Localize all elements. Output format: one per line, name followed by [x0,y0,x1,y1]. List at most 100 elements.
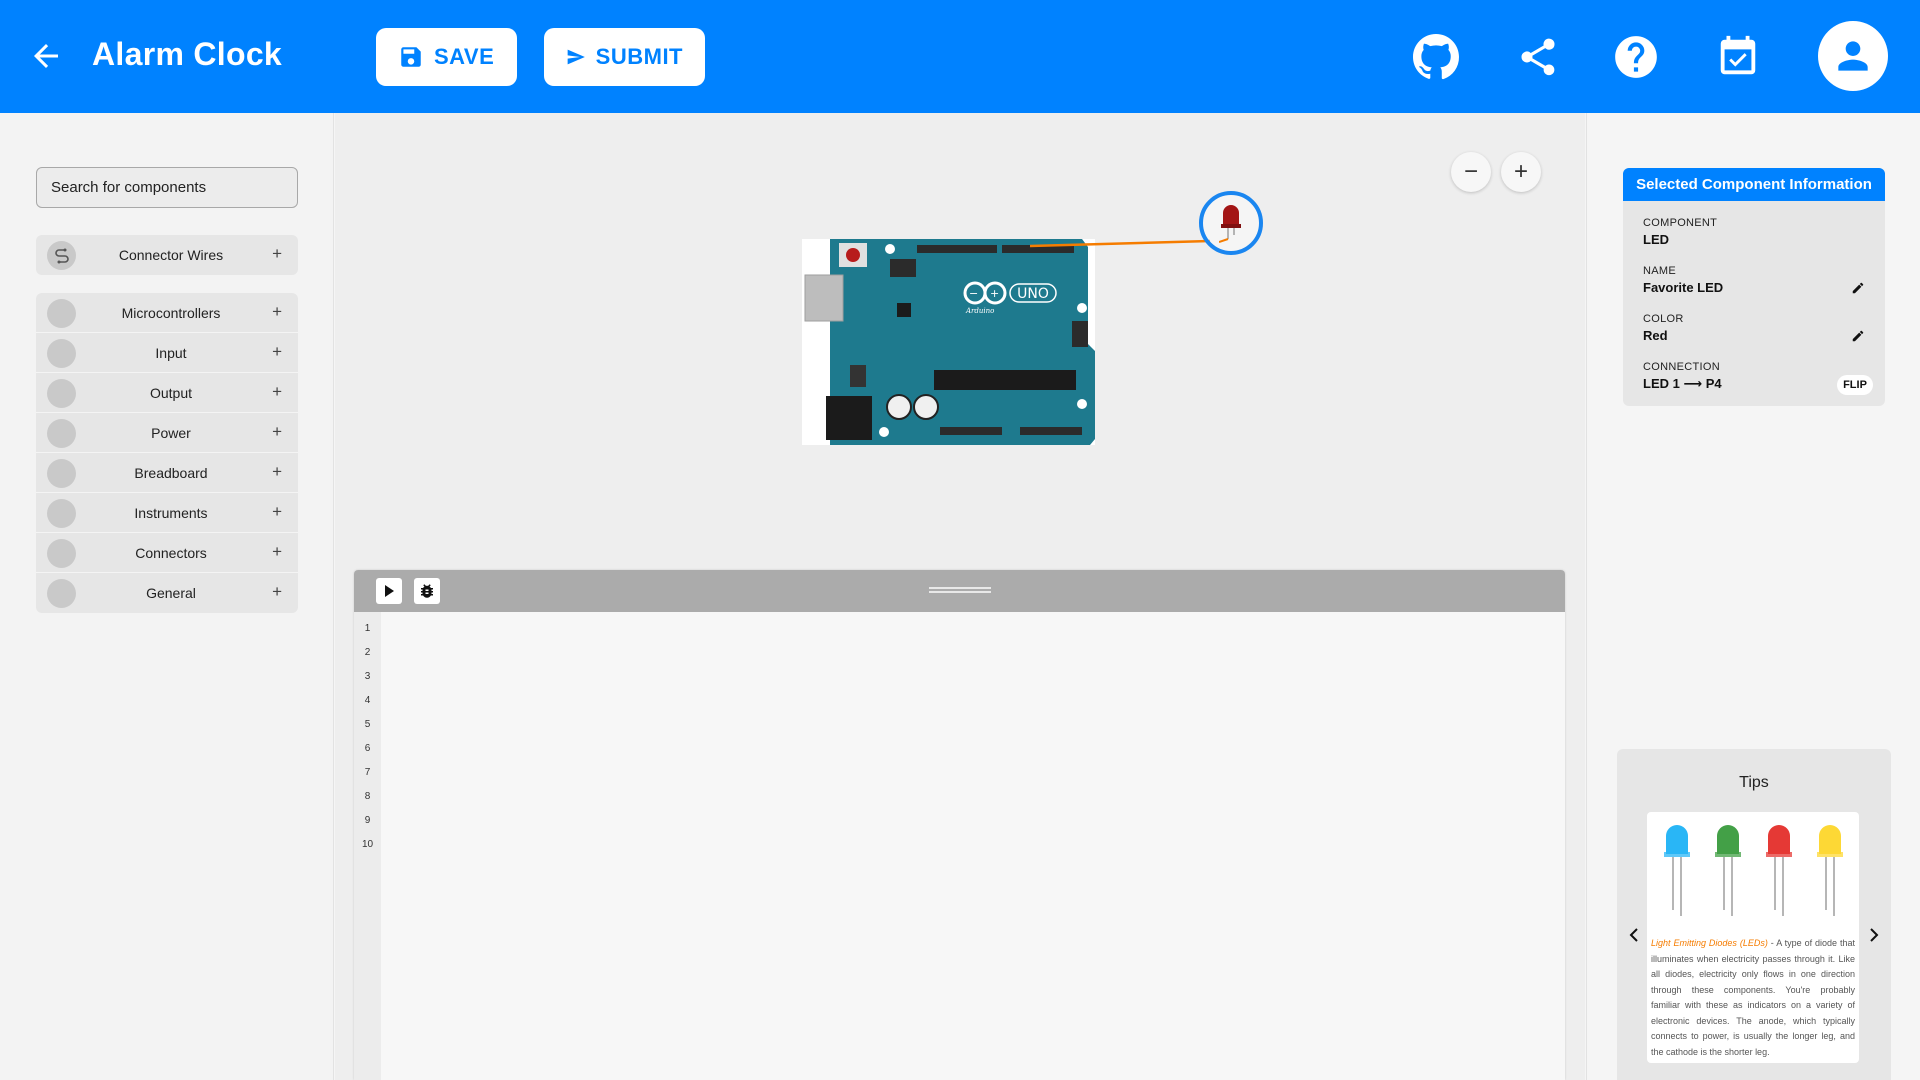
category-thumbnail [47,299,76,328]
connector-wires-group: Connector Wires + [36,235,298,275]
category-input[interactable]: Input + [36,333,298,373]
category-list: Microcontrollers + Input + Output + Powe… [36,293,298,613]
component-connection-row: CONNECTION LED 1 ⟶ P4 FLIP [1623,345,1885,395]
expand-plus-icon[interactable]: + [272,582,282,602]
expand-plus-icon[interactable]: + [272,462,282,482]
category-thumbnail [47,379,76,408]
line-number: 3 [364,671,371,682]
component-sidebar: Connector Wires + Microcontrollers + Inp… [0,113,334,1080]
editor-toolbar [354,570,1565,612]
field-label: CONNECTION [1643,361,1720,373]
save-icon [401,47,421,67]
editor-resize-handle[interactable] [929,586,991,594]
category-thumbnail [47,459,76,488]
category-thumbnail [47,579,76,608]
category-thumbnail [47,539,76,568]
category-connector-wires[interactable]: Connector Wires + [36,235,298,275]
board-brand-label: Arduino [965,307,994,315]
chevron-right-icon[interactable] [1867,925,1881,945]
tip-highlight: Light Emitting Diodes (LEDs) [1651,938,1768,948]
line-number: 9 [364,815,371,826]
expand-plus-icon[interactable]: + [272,342,282,362]
top-app-bar: Alarm Clock SAVE SUBMIT [0,0,1920,113]
expand-plus-icon[interactable]: + [272,542,282,562]
tip-slide: Light Emitting Diodes (LEDs) - A type of… [1647,812,1859,1063]
tip-description: Light Emitting Diodes (LEDs) - A type of… [1651,936,1855,1060]
selected-component-card: Selected Component Information COMPONENT… [1623,168,1885,406]
expand-plus-icon[interactable]: + [272,244,282,264]
led-icon[interactable] [1219,203,1243,245]
back-arrow-icon[interactable] [28,38,64,74]
line-number: 8 [364,791,371,802]
svg-text:−: − [969,287,978,300]
board-model-label: UNO [1017,286,1049,302]
line-number: 6 [364,743,371,754]
category-microcontrollers[interactable]: Microcontrollers + [36,293,298,333]
code-editor-panel: 1 2 3 4 5 6 7 8 9 10 [354,570,1565,1080]
component-type-row: COMPONENT LED [1623,201,1885,249]
save-label: SAVE [434,44,495,69]
component-search-input[interactable] [36,167,298,208]
category-thumbnail [47,339,76,368]
zoom-in-button[interactable]: + [1501,152,1541,192]
help-icon[interactable] [1611,32,1661,82]
expand-plus-icon[interactable]: + [272,422,282,442]
github-icon[interactable] [1411,32,1461,82]
field-label: COLOR [1643,313,1684,325]
send-icon [567,49,585,65]
expand-plus-icon[interactable]: + [272,502,282,522]
project-title: Alarm Clock [92,36,283,72]
expand-plus-icon[interactable]: + [272,302,282,322]
wire-icon [47,241,76,270]
category-connectors[interactable]: Connectors + [36,533,298,573]
line-number: 2 [364,647,371,658]
calendar-check-icon[interactable] [1713,32,1763,82]
svg-text:+: + [990,287,999,300]
info-card-title: Selected Component Information [1623,168,1885,201]
arduino-uno-board[interactable]: − + UNO Arduino [802,239,1095,445]
tips-card: Tips Light Emitting Diodes (LEDs) - A ty… [1617,749,1891,1080]
field-value: Red [1643,328,1668,343]
component-name-row: NAME Favorite LED [1623,249,1885,297]
line-number: 7 [364,767,371,778]
info-sidebar: Selected Component Information COMPONENT… [1586,113,1920,1080]
led-sample-icon [1817,825,1843,916]
expand-plus-icon[interactable]: + [272,382,282,402]
tips-title: Tips [1739,774,1769,791]
line-number: 1 [364,623,371,634]
run-play-icon[interactable] [376,578,402,604]
category-breadboard[interactable]: Breadboard + [36,453,298,493]
led-sample-icon [1715,825,1741,916]
account-icon[interactable] [1818,21,1888,91]
debug-bug-icon[interactable] [414,578,440,604]
chevron-left-icon[interactable] [1627,925,1641,945]
edit-pencil-icon[interactable] [1851,329,1865,343]
line-number-gutter: 1 2 3 4 5 6 7 8 9 10 [354,612,381,1080]
submit-label: SUBMIT [595,44,683,69]
flip-button[interactable]: FLIP [1837,375,1873,395]
field-value: Favorite LED [1643,280,1724,295]
category-thumbnail [47,419,76,448]
category-thumbnail [47,499,76,528]
zoom-out-button[interactable]: − [1451,152,1491,192]
led-sample-icon [1766,825,1792,916]
line-number: 4 [364,695,371,706]
save-button[interactable]: SAVE [376,28,517,86]
field-label: COMPONENT [1643,217,1718,229]
share-icon[interactable] [1513,32,1563,82]
category-output[interactable]: Output + [36,373,298,413]
field-value: LED [1643,232,1669,247]
line-number: 5 [364,719,371,730]
component-color-row: COLOR Red [1623,297,1885,345]
category-instruments[interactable]: Instruments + [36,493,298,533]
led-sample-icon [1664,825,1690,916]
tip-body: - A type of diode that illuminates when … [1651,938,1855,1057]
line-number: 10 [361,839,374,850]
submit-button[interactable]: SUBMIT [544,28,705,86]
category-power[interactable]: Power + [36,413,298,453]
code-text-area[interactable] [381,612,1565,1080]
category-general[interactable]: General + [36,573,298,613]
edit-pencil-icon[interactable] [1851,281,1865,295]
connector-wire[interactable] [1030,236,1230,248]
field-label: NAME [1643,265,1676,277]
